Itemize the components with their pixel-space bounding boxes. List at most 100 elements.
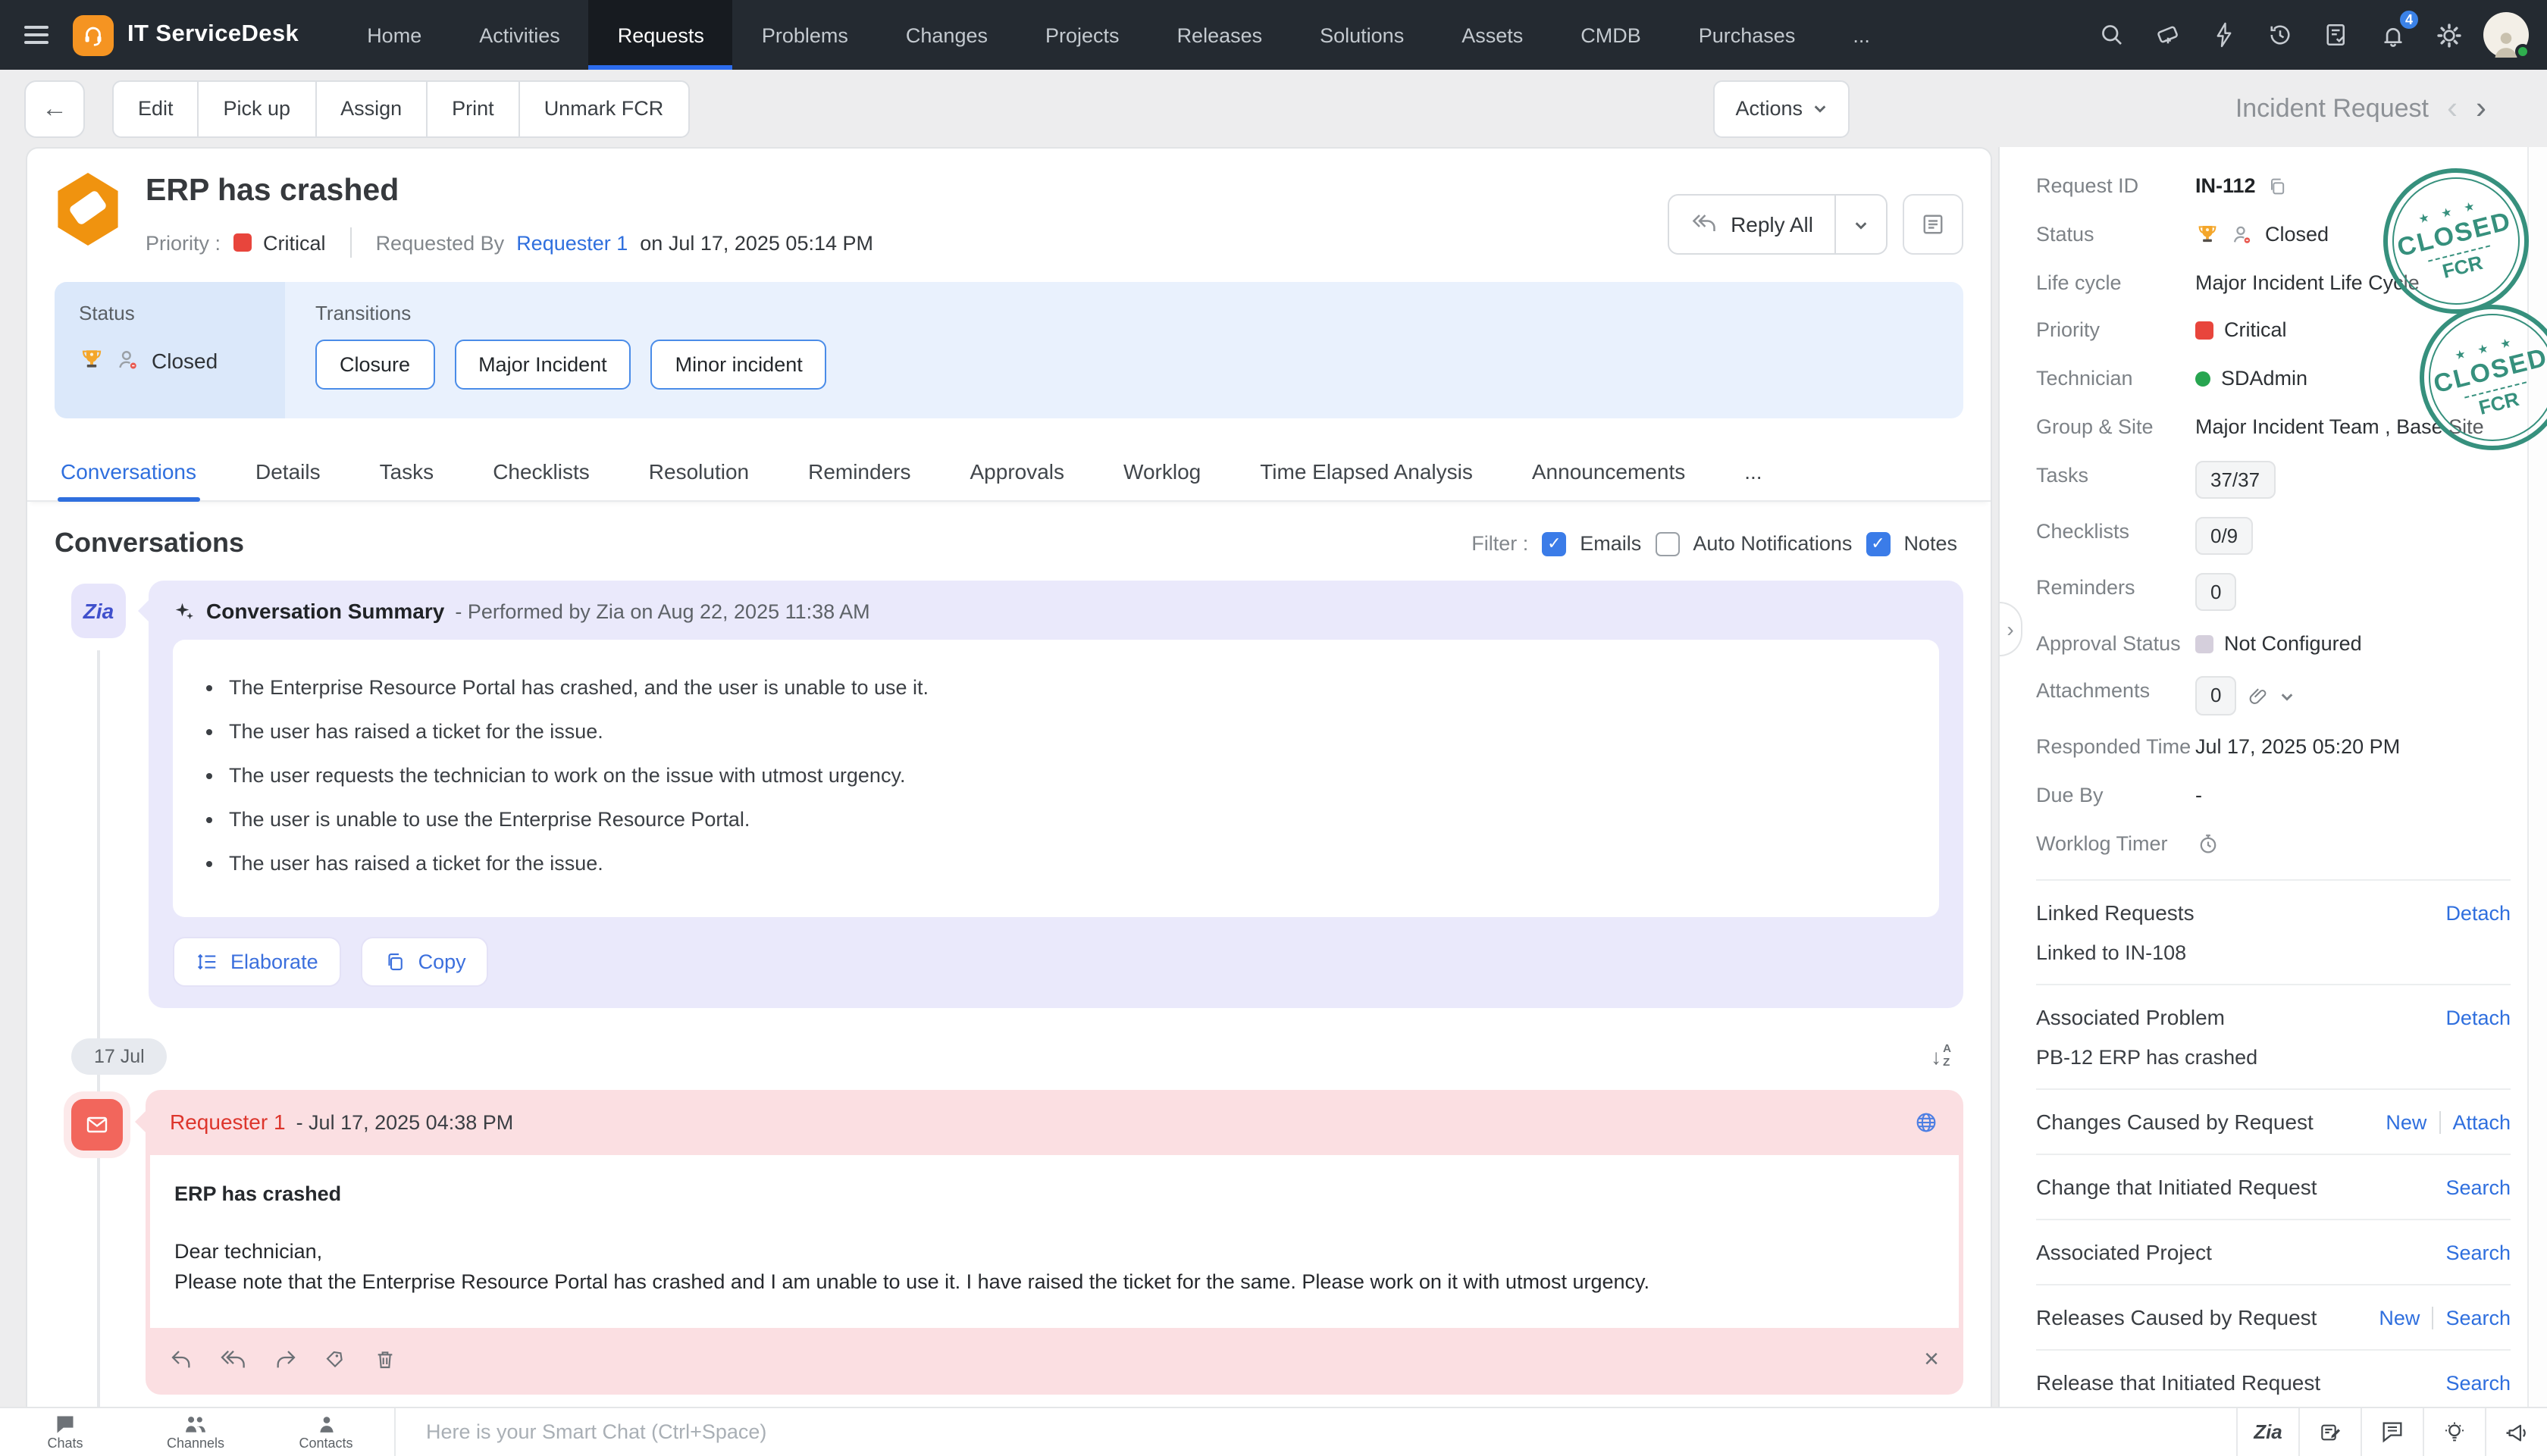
new-link[interactable]: New [2386,1110,2426,1133]
edit-button[interactable]: Edit [112,80,199,137]
new-ticket-icon[interactable] [2147,14,2189,56]
detach-link[interactable]: Detach [2445,1006,2511,1029]
transition-major-incident-button[interactable]: Major Incident [454,340,631,390]
transition-minor-incident-button[interactable]: Minor incident [651,340,827,390]
copy-icon[interactable] [2267,176,2288,197]
unmark-fcr-button[interactable]: Unmark FCR [518,80,690,137]
reply-all-icon[interactable] [220,1349,247,1372]
notes-edit-button[interactable] [2298,1408,2361,1456]
chevron-down-icon [1854,218,1868,231]
search-link[interactable]: Search [2432,1306,2511,1329]
nav-item-purchases[interactable]: Purchases [1670,0,1825,70]
tab-reminders[interactable]: Reminders [805,446,913,500]
announcements-megaphone-button[interactable] [2485,1408,2547,1456]
emails-checkbox[interactable] [1542,531,1566,556]
checklists-count-badge[interactable]: 0/9 [2195,516,2253,555]
notes-checkbox[interactable] [1866,531,1890,556]
nav-item-activities[interactable]: Activities [450,0,589,70]
auto-notifications-filter-label: Auto Notifications [1693,532,1852,555]
nav-item-problems[interactable]: Problems [733,0,877,70]
nav-item-cmdb[interactable]: CMDB [1552,0,1670,70]
print-button[interactable]: Print [426,80,520,137]
back-button[interactable] [24,80,85,137]
nav-item-requests[interactable]: Requests [589,0,733,70]
pickup-button[interactable]: Pick up [198,80,317,137]
tab-worklog[interactable]: Worklog [1120,446,1204,500]
nav-item-assets[interactable]: Assets [1433,0,1552,70]
auto-notifications-checkbox[interactable] [1655,531,1679,556]
zia-button[interactable]: Zia [2236,1408,2298,1456]
nav-item-releases[interactable]: Releases [1148,0,1292,70]
collapse-email-icon[interactable] [1924,1345,1939,1376]
linked-requests-section: Linked Requests Detach Linked to IN-108 [2036,900,2511,964]
linked-request-detail[interactable]: Linked to IN-108 [2036,941,2511,964]
next-request-icon[interactable] [2476,92,2486,124]
associated-problem-detail[interactable]: PB-12 ERP has crashed [2036,1046,2511,1069]
search-link[interactable]: Search [2445,1371,2511,1394]
requester-link[interactable]: Requester 1 [516,231,628,254]
chevron-down-icon[interactable] [2280,689,2294,703]
reply-icon[interactable] [170,1349,194,1372]
reply-options-dropdown[interactable] [1834,196,1886,253]
tips-bulb-button[interactable] [2423,1408,2485,1456]
nav-item-solutions[interactable]: Solutions [1291,0,1433,70]
hamburger-menu-icon[interactable] [0,0,73,70]
copy-summary-button[interactable]: Copy [361,936,489,986]
nav-item-more[interactable]: ... [1824,0,1899,70]
comment-button[interactable] [2361,1408,2423,1456]
detach-link[interactable]: Detach [2445,901,2511,924]
search-link[interactable]: Search [2445,1241,2511,1263]
tab-tasks[interactable]: Tasks [377,446,437,500]
tab-more[interactable]: ... [1741,446,1765,500]
paperclip-icon[interactable] [2247,684,2270,707]
status-segment: Status Closed [55,282,285,418]
nav-item-home[interactable]: Home [338,0,450,70]
forward-icon[interactable] [273,1349,297,1372]
search-link[interactable]: Search [2445,1176,2511,1198]
tab-resolution[interactable]: Resolution [646,446,752,500]
email-greeting: Dear technician, [174,1237,1935,1268]
tag-icon[interactable] [323,1348,347,1373]
stopwatch-icon[interactable] [2195,831,2221,857]
sort-order-icon[interactable]: AZ [1931,1044,1951,1069]
user-avatar[interactable] [2483,12,2529,58]
previous-request-icon[interactable] [2447,92,2458,124]
tab-time-elapsed-analysis[interactable]: Time Elapsed Analysis [1257,446,1476,500]
note-edit-icon [2318,1420,2342,1445]
quick-actions-lightning-icon[interactable] [2203,14,2245,56]
app-brand[interactable]: IT ServiceDesk [73,0,338,70]
tab-checklists[interactable]: Checklists [490,446,593,500]
tab-approvals[interactable]: Approvals [967,446,1068,500]
contacts-button[interactable]: Contacts [261,1408,391,1456]
transition-closure-button[interactable]: Closure [315,340,434,390]
globe-icon[interactable] [1913,1109,1939,1135]
reminders-count-badge[interactable]: 0 [2195,572,2236,611]
tab-conversations[interactable]: Conversations [58,446,199,500]
actions-dropdown-button[interactable]: Actions [1712,80,1850,137]
reply-all-button[interactable]: Reply All [1668,196,1834,253]
email-sender[interactable]: Requester 1 [170,1110,286,1134]
attach-link[interactable]: Attach [2439,1110,2511,1133]
channels-button[interactable]: Channels [130,1408,261,1456]
nav-item-projects[interactable]: Projects [1017,0,1148,70]
history-icon[interactable] [2259,14,2301,56]
attachments-count-badge[interactable]: 0 [2195,677,2236,715]
tab-announcements[interactable]: Announcements [1529,446,1688,500]
email-header[interactable]: Requester 1 - Jul 17, 2025 04:38 PM [146,1089,1963,1154]
delete-trash-icon[interactable] [373,1348,397,1373]
chats-button[interactable]: Chats [0,1408,130,1456]
notifications-bell-icon[interactable]: 4 [2371,14,2414,56]
tab-details[interactable]: Details [252,446,324,500]
smart-chat-input[interactable]: Here is your Smart Chat (Ctrl+Space) [399,1408,2236,1456]
notes-button[interactable] [1903,194,1963,255]
zia-avatar: Zia [71,584,126,638]
feedback-form-icon[interactable] [2315,14,2357,56]
request-type-pager: Incident Request [2235,92,2486,124]
nav-item-changes[interactable]: Changes [877,0,1017,70]
new-link[interactable]: New [2379,1306,2420,1329]
settings-gear-icon[interactable] [2427,14,2470,56]
assign-button[interactable]: Assign [315,80,428,137]
search-icon[interactable] [2091,14,2133,56]
tasks-count-badge[interactable]: 37/37 [2195,460,2275,499]
elaborate-button[interactable]: Elaborate [173,936,341,986]
